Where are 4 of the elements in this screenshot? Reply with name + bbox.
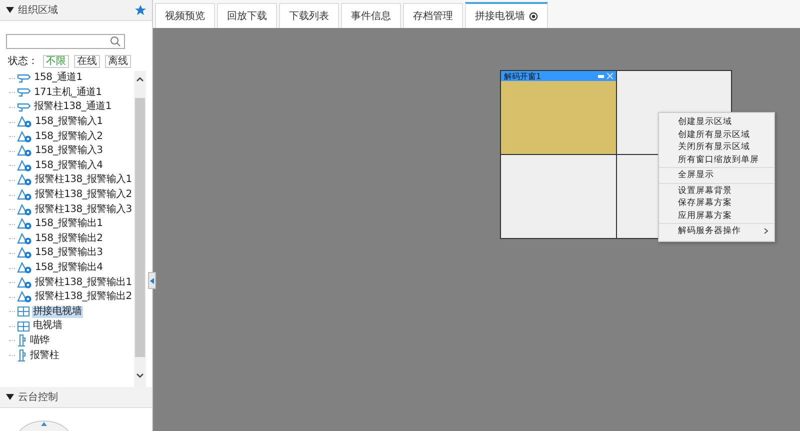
panel-title: 云台控制 (18, 390, 59, 404)
window-title: 解码开窗1 (504, 70, 542, 82)
panel-title: 组织区域 (18, 4, 59, 17)
status-label: 状态： (8, 54, 38, 68)
